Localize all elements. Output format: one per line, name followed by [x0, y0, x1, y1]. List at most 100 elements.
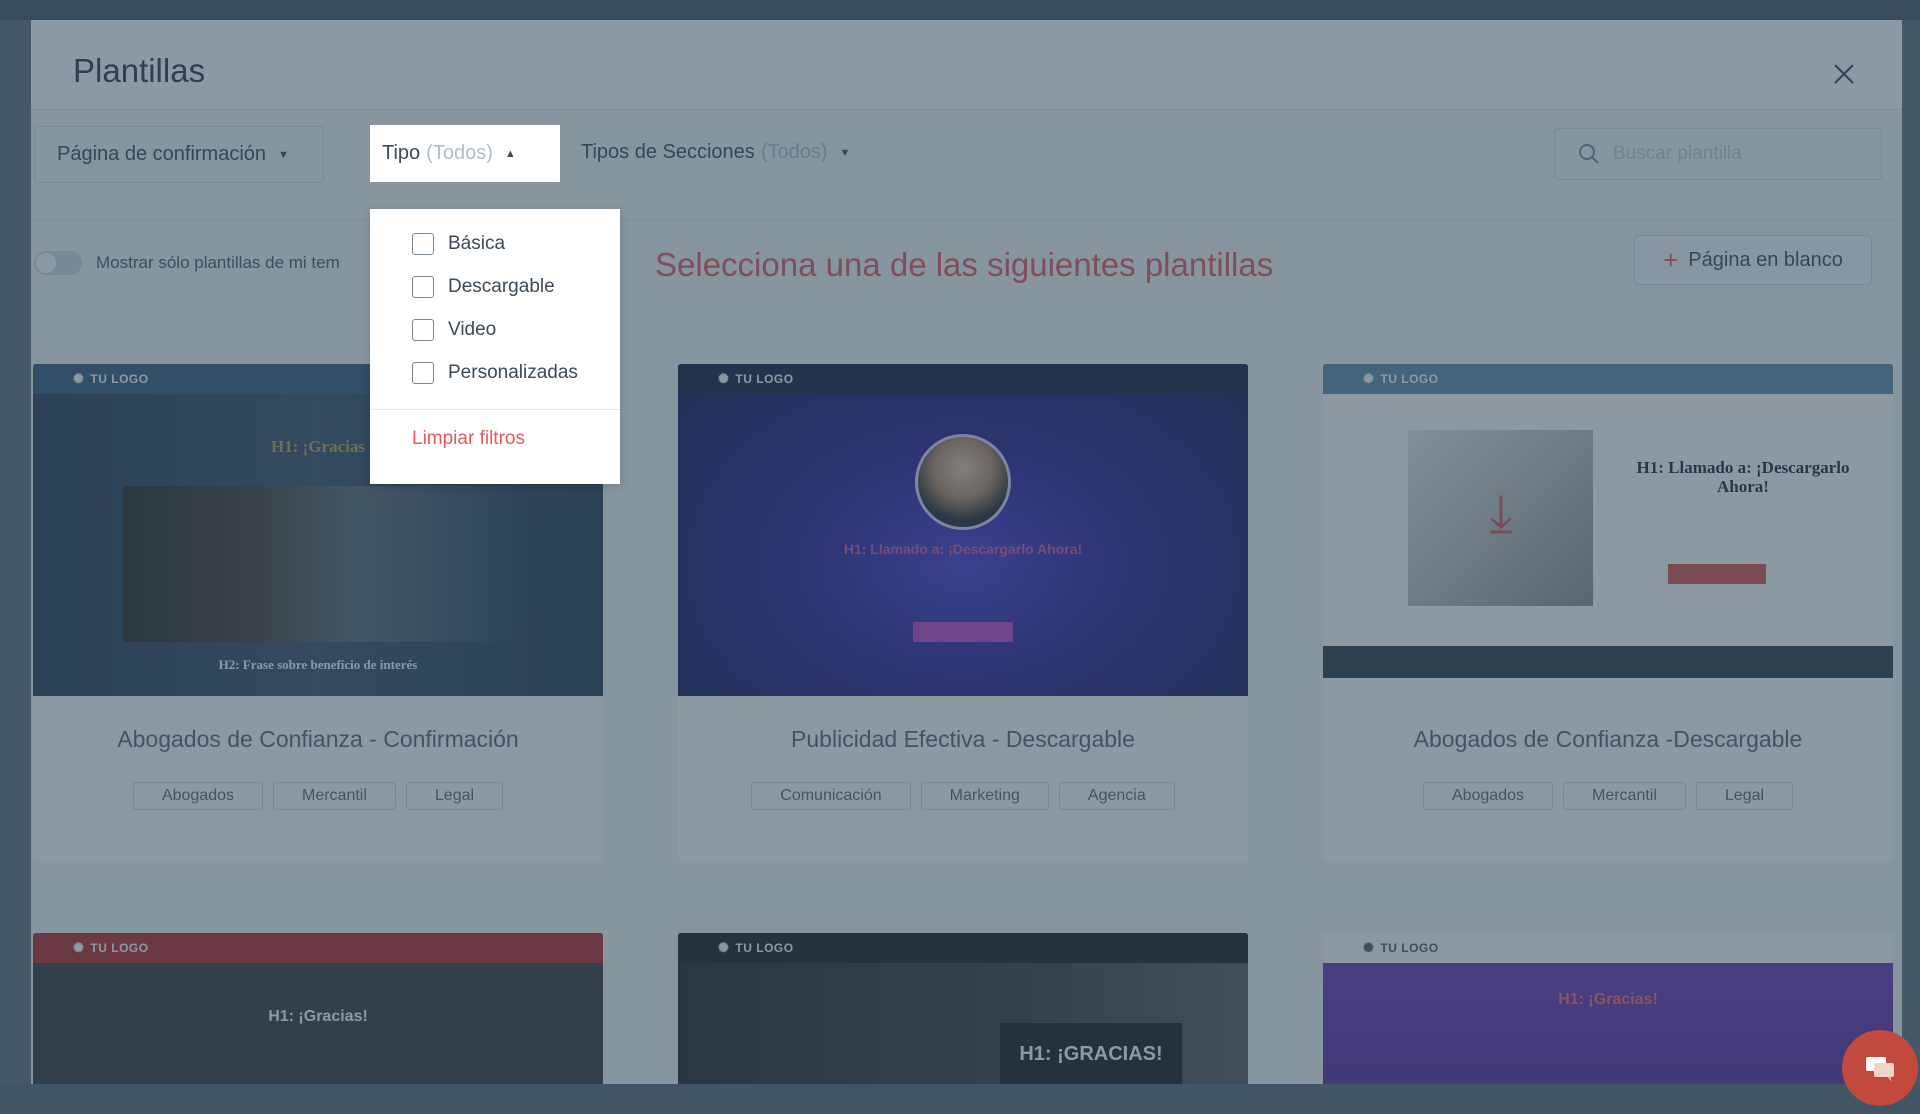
thumb-heading: H1: ¡Gracias! — [268, 1008, 368, 1025]
tag: Agencia — [1058, 782, 1175, 810]
option-video[interactable]: Video — [412, 319, 496, 341]
close-icon — [1834, 64, 1854, 84]
card-tags: Abogados Mercantil Legal — [33, 782, 603, 810]
chat-button[interactable] — [1842, 1030, 1918, 1106]
my-theme-toggle-row: Mostrar sólo plantillas de mi tem — [34, 248, 340, 278]
tag: Legal — [1695, 782, 1794, 810]
tipo-filter-label: Tipo — [382, 142, 421, 164]
clear-filters-link[interactable]: Limpiar filtros — [412, 428, 525, 450]
thumb-heading: H1: Llamado a: ¡Descargarlo Ahora! — [843, 541, 1083, 557]
template-card[interactable]: ✺ TU LOGO H1: ¡Gracias! — [33, 933, 603, 1084]
template-thumbnail: ✺ TU LOGO ⤓ H1: Llamado a: ¡Descargarlo A… — [1323, 364, 1893, 696]
tag: Comunicación — [751, 782, 911, 810]
logo-icon: ✺ — [73, 940, 85, 955]
logo-icon: ✺ — [718, 940, 730, 955]
card-title: Abogados de Confianza - Confirmación — [117, 726, 519, 752]
close-button[interactable] — [1830, 60, 1858, 88]
caret-down-icon: ▼ — [839, 146, 851, 159]
thumb-logo-text: TU LOGO — [90, 941, 149, 955]
thumb-avatar — [915, 434, 1011, 530]
template-thumbnail: ✺ TU LOGO H1: Llamado a: ¡Descargarlo Aho… — [678, 364, 1248, 696]
my-theme-toggle[interactable] — [34, 251, 82, 275]
thumb-photo — [123, 486, 513, 642]
thumb-footer-band — [1323, 646, 1893, 678]
tag: Mercantil — [273, 782, 396, 810]
caret-down-icon: ▼ — [278, 148, 289, 161]
thumb-heading: H1: Llamado a: ¡Descargarlo Ahora! — [1636, 458, 1850, 496]
background-app-footer — [0, 1084, 1920, 1114]
tag: Marketing — [920, 782, 1049, 810]
search-input[interactable] — [1613, 143, 1873, 165]
thumb-logo-bar: ✺ TU LOGO — [33, 933, 603, 963]
option-label: Básica — [448, 233, 506, 254]
tag: Legal — [405, 782, 504, 810]
filters-bar: Página de confirmación ▼ Tipos de Seccio… — [31, 110, 1902, 220]
option-basica[interactable]: Básica — [412, 233, 505, 255]
modal-header: Plantillas — [31, 20, 1902, 110]
thumb-logo-bar: ✺ TU LOGO — [678, 933, 1248, 963]
blank-page-button[interactable]: + Página en blanco — [1634, 235, 1872, 285]
thumb-logo-text: TU LOGO — [1380, 372, 1439, 386]
option-label: Descargable — [448, 276, 555, 297]
thumb-heading: H1: ¡Gracias! — [1558, 991, 1658, 1008]
logo-icon: ✺ — [1363, 371, 1375, 386]
checkbox[interactable] — [412, 319, 434, 341]
template-card[interactable]: ✺ TU LOGO ⤓ H1: Llamado a: ¡Descargarlo A… — [1323, 364, 1893, 861]
thumb-logo-text: TU LOGO — [735, 372, 794, 386]
logo-icon: ✺ — [1363, 940, 1375, 955]
thumb-band — [1323, 963, 1893, 1084]
search-box[interactable] — [1554, 128, 1882, 180]
thumb-heading: H1: ¡GRACIAS! — [1000, 1023, 1182, 1084]
plus-icon: + — [1663, 245, 1679, 275]
thumb-button — [913, 622, 1013, 642]
thumb-logo-bar: ✺ TU LOGO — [1323, 364, 1893, 394]
thumb-subheading: H2: Frase sobre beneficio de interés — [218, 657, 418, 672]
tag: Abogados — [132, 782, 263, 810]
search-icon — [1579, 144, 1599, 164]
background-app-bar — [0, 0, 1920, 20]
secciones-filter-label: Tipos de Secciones — [581, 141, 755, 163]
logo-icon: ✺ — [73, 371, 85, 386]
card-title: Abogados de Confianza -Descargable — [1413, 726, 1803, 752]
dropdown-divider — [370, 409, 620, 410]
card-tags: Abogados Mercantil Legal — [1323, 782, 1893, 810]
page-type-dropdown[interactable]: Página de confirmación ▼ — [34, 126, 324, 183]
thumb-logo-text: TU LOGO — [735, 941, 794, 955]
option-label: Personalizadas — [448, 362, 578, 383]
tipo-filter-dropdown[interactable]: Tipo (Todos) ▲ — [370, 125, 560, 182]
secciones-filter-dropdown[interactable]: Tipos de Secciones (Todos) ▼ — [559, 124, 879, 181]
option-personalizadas[interactable]: Personalizadas — [412, 362, 578, 384]
headline: Selecciona una de las siguientes plantil… — [655, 246, 1274, 283]
page-type-label: Página de confirmación — [57, 143, 267, 165]
thumb-button — [1668, 564, 1766, 584]
templates-modal: Plantillas Página de confirmación ▼ Tipo… — [31, 20, 1902, 1084]
template-thumbnail: ✺ TU LOGO H1: ¡GRACIAS! — [678, 933, 1248, 1084]
tipo-dropdown-menu: Básica Descargable Video Personalizadas … — [370, 209, 620, 484]
option-label: Video — [448, 319, 497, 340]
template-card[interactable]: ✺ TU LOGO H1: ¡Gracias! — [1323, 933, 1893, 1084]
template-thumbnail: ✺ TU LOGO H1: ¡Gracias! — [1323, 933, 1893, 1084]
logo-icon: ✺ — [718, 371, 730, 386]
template-card[interactable]: ✺ TU LOGO H1: Llamado a: ¡Descargarlo Aho… — [678, 364, 1248, 861]
thumb-logo-text: TU LOGO — [90, 372, 149, 386]
checkbox[interactable] — [412, 276, 434, 298]
template-card[interactable]: ✺ TU LOGO H1: ¡GRACIAS! — [678, 933, 1248, 1084]
caret-up-icon: ▲ — [504, 147, 516, 160]
thumb-logo-bar: ✺ TU LOGO — [1323, 933, 1893, 963]
checkbox[interactable] — [412, 362, 434, 384]
modal-title: Plantillas — [73, 52, 206, 89]
option-descargable[interactable]: Descargable — [412, 276, 555, 298]
chat-icon — [1866, 1057, 1894, 1082]
tag: Mercantil — [1563, 782, 1686, 810]
tag: Abogados — [1422, 782, 1553, 810]
thumb-logo-bar: ✺ TU LOGO — [678, 364, 1248, 394]
my-theme-toggle-label: Mostrar sólo plantillas de mi tem — [96, 253, 340, 272]
template-thumbnail: ✺ TU LOGO H1: ¡Gracias! — [33, 933, 603, 1084]
checkbox[interactable] — [412, 233, 434, 255]
secciones-filter-value: (Todos) — [760, 141, 828, 163]
blank-page-label: Página en blanco — [1688, 248, 1843, 271]
card-title: Publicidad Efectiva - Descargable — [791, 726, 1135, 752]
card-tags: Comunicación Marketing Agencia — [678, 782, 1248, 810]
thumb-logo-text: TU LOGO — [1380, 941, 1439, 955]
tipo-filter-value: (Todos) — [426, 142, 493, 164]
